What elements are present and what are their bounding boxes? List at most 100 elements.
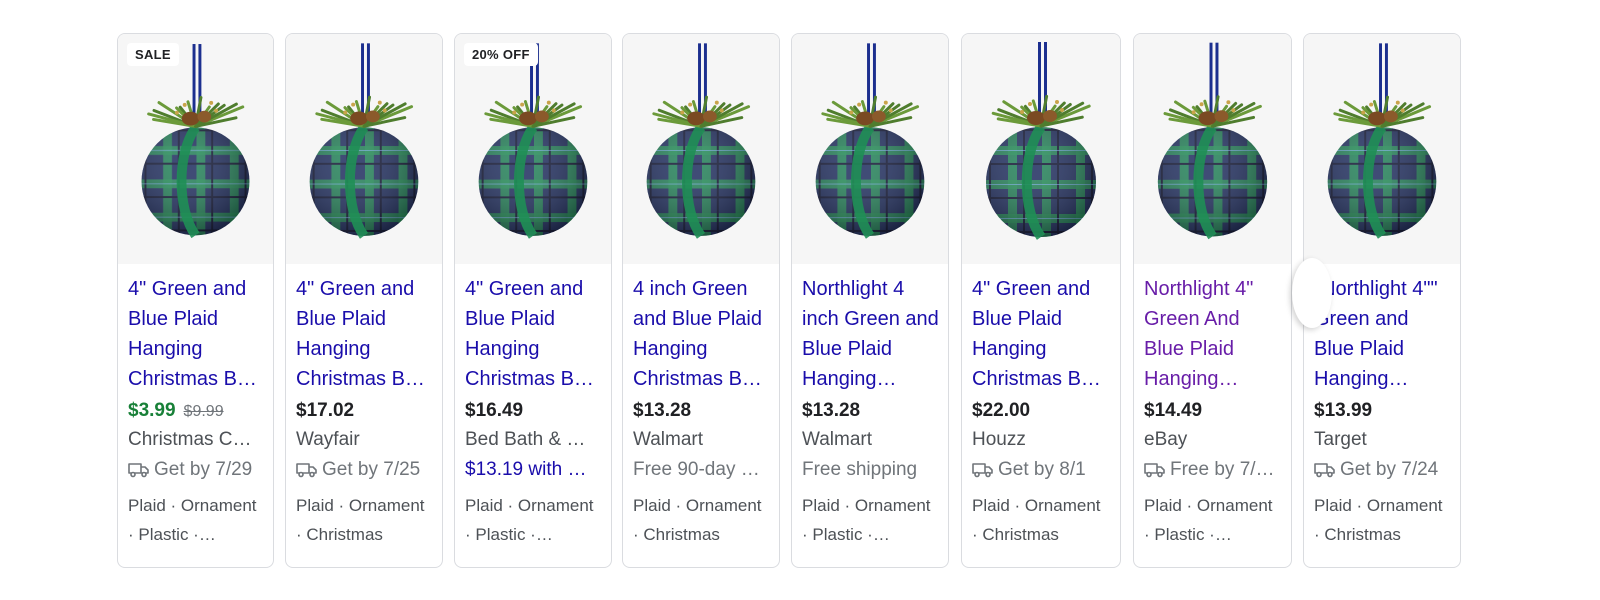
merchant-name: eBay xyxy=(1144,429,1188,450)
product-card[interactable]: Northlight 4" Green And Blue Plaid Hanging…… xyxy=(1133,33,1292,568)
shipping-text: Get by 7/29 xyxy=(154,459,253,480)
product-card[interactable]: 4 inch Green and Blue Plaid Hanging Christm… xyxy=(622,33,780,568)
product-title-line: 4 inch Green xyxy=(633,278,748,300)
tag-line: · Christmas xyxy=(1314,525,1401,544)
product-card[interactable]: 4" Green and Blue Plaid Hanging Christmas B… xyxy=(961,33,1121,568)
discount-badge: 20% OFF xyxy=(464,43,538,66)
product-tags: Plaid · Ornament · Christmas xyxy=(296,491,434,549)
shipping-info: Free shipping xyxy=(802,455,940,485)
product-title-line: "Northlight 4"" xyxy=(1314,278,1438,300)
product-title-line: Blue Plaid xyxy=(972,308,1063,330)
merchant-name: Bed Bath & … xyxy=(465,429,586,450)
shipping-info: Free 90-day … xyxy=(633,455,771,485)
shipping-text: Free by 7/… xyxy=(1170,459,1275,480)
product-title-line: Blue Plaid xyxy=(1314,338,1405,360)
product-price: $13.28 xyxy=(633,400,692,421)
product-title-link[interactable]: 4" Green and Blue Plaid Hanging Christmas B… xyxy=(296,274,434,394)
product-title-line: 4" Green and xyxy=(128,278,247,300)
merchant-name: Wayfair xyxy=(296,429,360,450)
tag-line: · Plastic ·… xyxy=(1144,525,1232,544)
product-title-line: Christmas B… xyxy=(972,368,1101,390)
product-title-line: Blue Plaid xyxy=(465,308,556,330)
product-title-link[interactable]: Northlight 4" Green And Blue Plaid Hanging… xyxy=(1144,274,1283,394)
product-price: $17.02 xyxy=(296,400,355,421)
price-row: $17.02 xyxy=(296,397,434,425)
shipping-info: Free by 7/… xyxy=(1144,455,1283,485)
merchant-name: Walmart xyxy=(802,429,873,450)
tag-line: · Plastic ·… xyxy=(465,525,553,544)
product-title-line: Green And xyxy=(1144,308,1240,330)
product-tags: Plaid · Ornament · Plastic ·… xyxy=(465,491,603,549)
product-price: $14.49 xyxy=(1144,400,1203,421)
product-title-link[interactable]: 4" Green and Blue Plaid Hanging Christmas B… xyxy=(128,274,265,394)
shipping-info: Get by 7/25 xyxy=(296,455,434,485)
product-title-line: Northlight 4" xyxy=(1144,278,1254,300)
product-carousel: SALE 4" Green and Blue Plaid Hanging Christm… xyxy=(0,0,1600,600)
product-title-link[interactable]: Northlight 4 inch Green and Blue Plaid Hang… xyxy=(802,274,940,394)
product-title-line: Christmas B… xyxy=(128,368,257,390)
product-image[interactable] xyxy=(623,34,779,264)
shipping-text: Get by 8/1 xyxy=(998,459,1086,480)
price-row: $16.49 xyxy=(465,397,603,425)
price-row: $3.99 $9.99 xyxy=(128,397,265,425)
product-price: $22.00 xyxy=(972,400,1031,421)
product-card[interactable]: SALE 4" Green and Blue Plaid Hanging Christm… xyxy=(117,33,274,568)
carousel-next-button[interactable] xyxy=(1292,258,1332,328)
product-card[interactable]: 20% OFF 4" Green and Blue Plaid Hanging Chri… xyxy=(454,33,612,568)
shipping-text: Free 90-day … xyxy=(633,459,760,480)
price-row: $13.99 xyxy=(1314,397,1452,425)
price-row: $13.28 xyxy=(802,397,940,425)
product-title-line: and Blue Plaid xyxy=(633,308,762,330)
truck-icon xyxy=(296,463,317,478)
merchant-name: Target xyxy=(1314,429,1367,450)
product-price: $13.99 xyxy=(1314,400,1373,421)
product-title-line: Hanging… xyxy=(1314,368,1409,390)
product-price: $3.99 xyxy=(128,400,176,421)
product-tags: Plaid · Ornament · Plastic ·… xyxy=(1144,491,1283,549)
product-image[interactable] xyxy=(1134,34,1291,264)
product-image[interactable] xyxy=(962,34,1120,264)
product-title-line: Hanging… xyxy=(1144,368,1239,390)
merchant-name: Houzz xyxy=(972,429,1026,450)
product-tags: Plaid · Ornament · Plastic ·… xyxy=(128,491,265,549)
truck-icon xyxy=(1144,463,1165,478)
product-tags: Plaid · Ornament · Christmas xyxy=(633,491,771,549)
tag-line: · Christmas xyxy=(296,525,383,544)
product-card[interactable]: Northlight 4 inch Green and Blue Plaid Hang… xyxy=(791,33,949,568)
shipping-info: Get by 8/1 xyxy=(972,455,1112,485)
shipping-text: $13.19 with … xyxy=(465,459,587,480)
product-image[interactable] xyxy=(1304,34,1460,264)
product-image[interactable] xyxy=(792,34,948,264)
product-title-line: Hanging xyxy=(296,338,371,360)
price-row: $14.49 xyxy=(1144,397,1283,425)
product-tags: Plaid · Ornament · Christmas xyxy=(1314,491,1452,549)
product-card[interactable]: 4" Green and Blue Plaid Hanging Christmas B… xyxy=(285,33,443,568)
tag-line: · Plastic ·… xyxy=(128,525,216,544)
product-title-line: Hanging xyxy=(633,338,708,360)
product-price: $13.28 xyxy=(802,400,861,421)
product-title-link[interactable]: "Northlight 4"" Green and Blue Plaid Hangin… xyxy=(1314,274,1452,394)
tag-line: Plaid · Ornament xyxy=(1314,496,1443,515)
product-price: $16.49 xyxy=(465,400,524,421)
tag-line: · Christmas xyxy=(633,525,720,544)
product-title-link[interactable]: 4 inch Green and Blue Plaid Hanging Christm… xyxy=(633,274,771,394)
product-image[interactable] xyxy=(286,34,442,264)
shipping-info: $13.19 with … xyxy=(465,455,603,485)
product-title-line: Blue Plaid xyxy=(802,338,893,360)
tag-line: Plaid · Ornament xyxy=(1144,496,1273,515)
product-title-line: Hanging xyxy=(128,338,203,360)
merchant-name: Walmart xyxy=(633,429,704,450)
product-title-line: Hanging xyxy=(465,338,540,360)
price-row: $22.00 xyxy=(972,397,1112,425)
product-title-link[interactable]: 4" Green and Blue Plaid Hanging Christmas B… xyxy=(465,274,603,394)
tag-line: Plaid · Ornament xyxy=(296,496,425,515)
product-title-line: Christmas B… xyxy=(465,368,594,390)
product-title-line: Green and xyxy=(1314,308,1409,330)
product-image[interactable]: 20% OFF xyxy=(455,34,611,264)
product-image[interactable]: SALE xyxy=(118,34,273,264)
tag-line: Plaid · Ornament xyxy=(633,496,762,515)
product-title-link[interactable]: 4" Green and Blue Plaid Hanging Christmas B… xyxy=(972,274,1112,394)
shipping-text: Get by 7/24 xyxy=(1340,459,1439,480)
tag-line: Plaid · Ornament xyxy=(128,496,257,515)
tag-line: · Christmas xyxy=(972,525,1059,544)
